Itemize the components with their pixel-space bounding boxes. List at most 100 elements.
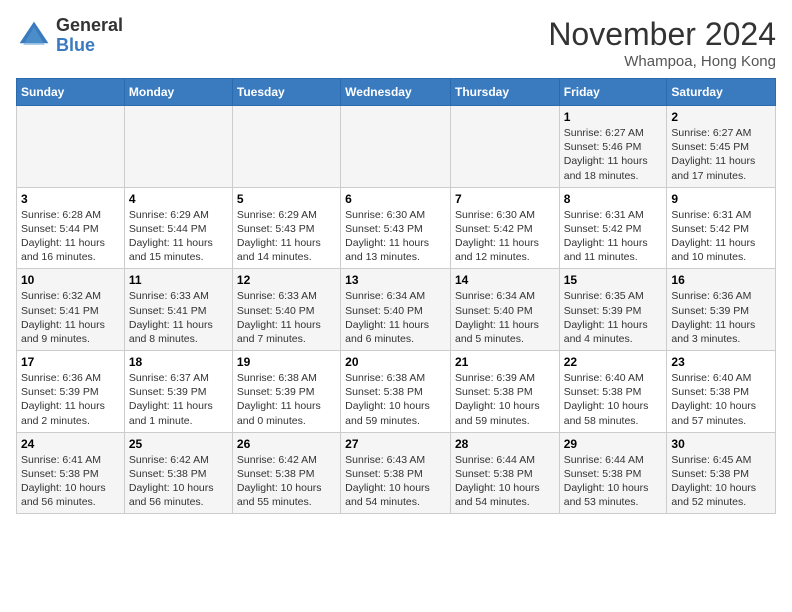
calendar-cell: 13 Sunrise: 6:34 AM Sunset: 5:40 PM Dayli… bbox=[341, 269, 451, 351]
day-info: Sunrise: 6:31 AM Sunset: 5:42 PM Dayligh… bbox=[564, 208, 663, 265]
day-number: 1 bbox=[564, 110, 663, 124]
day-info: Sunrise: 6:39 AM Sunset: 5:38 PM Dayligh… bbox=[455, 371, 555, 428]
day-number: 14 bbox=[455, 273, 555, 287]
calendar-week-row: 10Sunrise: 6:32 AM Sunset: 5:41 PM Dayli… bbox=[17, 269, 776, 351]
day-info: Sunrise: 6:28 AM Sunset: 5:44 PM Dayligh… bbox=[21, 208, 120, 265]
calendar-cell: 10Sunrise: 6:32 AM Sunset: 5:41 PM Dayli… bbox=[17, 269, 125, 351]
calendar-cell: 4 Sunrise: 6:29 AM Sunset: 5:44 PM Daylig… bbox=[124, 187, 232, 269]
logo-blue: Blue bbox=[56, 35, 95, 55]
calendar-cell bbox=[17, 106, 125, 188]
calendar-cell: 29Sunrise: 6:44 AM Sunset: 5:38 PM Dayli… bbox=[559, 432, 667, 514]
calendar-week-row: 24 Sunrise: 6:41 AM Sunset: 5:38 PM Dayli… bbox=[17, 432, 776, 514]
weekday-header: Friday bbox=[559, 79, 667, 106]
month-title: November 2024 bbox=[548, 16, 776, 53]
logo-text: General Blue bbox=[56, 16, 123, 56]
day-number: 11 bbox=[129, 273, 228, 287]
day-info: Sunrise: 6:37 AM Sunset: 5:39 PM Dayligh… bbox=[129, 371, 228, 428]
day-number: 24 bbox=[21, 437, 120, 451]
day-number: 28 bbox=[455, 437, 555, 451]
calendar-cell: 18 Sunrise: 6:37 AM Sunset: 5:39 PM Dayli… bbox=[124, 351, 232, 433]
location: Whampoa, Hong Kong bbox=[548, 53, 776, 70]
day-info: Sunrise: 6:30 AM Sunset: 5:42 PM Dayligh… bbox=[455, 208, 555, 265]
calendar-cell: 2 Sunrise: 6:27 AM Sunset: 5:45 PM Daylig… bbox=[667, 106, 776, 188]
day-number: 16 bbox=[671, 273, 771, 287]
logo-icon bbox=[16, 18, 52, 54]
day-number: 19 bbox=[237, 355, 336, 369]
calendar-cell: 7 Sunrise: 6:30 AM Sunset: 5:42 PM Daylig… bbox=[450, 187, 559, 269]
day-number: 4 bbox=[129, 192, 228, 206]
logo-general: General bbox=[56, 15, 123, 35]
calendar-cell: 30 Sunrise: 6:45 AM Sunset: 5:38 PM Dayli… bbox=[667, 432, 776, 514]
calendar-cell: 21Sunrise: 6:39 AM Sunset: 5:38 PM Dayli… bbox=[450, 351, 559, 433]
calendar-cell: 20Sunrise: 6:38 AM Sunset: 5:38 PM Dayli… bbox=[341, 351, 451, 433]
calendar-cell: 3 Sunrise: 6:28 AM Sunset: 5:44 PM Daylig… bbox=[17, 187, 125, 269]
calendar-cell: 14 Sunrise: 6:34 AM Sunset: 5:40 PM Dayli… bbox=[450, 269, 559, 351]
day-info: Sunrise: 6:35 AM Sunset: 5:39 PM Dayligh… bbox=[564, 289, 663, 346]
calendar-cell: 27Sunrise: 6:43 AM Sunset: 5:38 PM Dayli… bbox=[341, 432, 451, 514]
logo: General Blue bbox=[16, 16, 123, 56]
calendar-cell: 26 Sunrise: 6:42 AM Sunset: 5:38 PM Dayli… bbox=[232, 432, 340, 514]
calendar-cell: 25Sunrise: 6:42 AM Sunset: 5:38 PM Dayli… bbox=[124, 432, 232, 514]
calendar-cell: 11Sunrise: 6:33 AM Sunset: 5:41 PM Dayli… bbox=[124, 269, 232, 351]
calendar-week-row: 3 Sunrise: 6:28 AM Sunset: 5:44 PM Daylig… bbox=[17, 187, 776, 269]
calendar-cell bbox=[450, 106, 559, 188]
calendar-cell: 12Sunrise: 6:33 AM Sunset: 5:40 PM Dayli… bbox=[232, 269, 340, 351]
weekday-header: Saturday bbox=[667, 79, 776, 106]
weekday-header: Thursday bbox=[450, 79, 559, 106]
day-info: Sunrise: 6:30 AM Sunset: 5:43 PM Dayligh… bbox=[345, 208, 446, 265]
day-number: 8 bbox=[564, 192, 663, 206]
day-info: Sunrise: 6:41 AM Sunset: 5:38 PM Dayligh… bbox=[21, 453, 120, 510]
day-info: Sunrise: 6:33 AM Sunset: 5:40 PM Dayligh… bbox=[237, 289, 336, 346]
calendar-cell: 24 Sunrise: 6:41 AM Sunset: 5:38 PM Dayli… bbox=[17, 432, 125, 514]
calendar-cell: 5Sunrise: 6:29 AM Sunset: 5:43 PM Daylig… bbox=[232, 187, 340, 269]
calendar-table: SundayMondayTuesdayWednesdayThursdayFrid… bbox=[16, 78, 776, 514]
calendar-cell bbox=[232, 106, 340, 188]
weekday-header: Sunday bbox=[17, 79, 125, 106]
day-number: 25 bbox=[129, 437, 228, 451]
day-number: 9 bbox=[671, 192, 771, 206]
day-info: Sunrise: 6:36 AM Sunset: 5:39 PM Dayligh… bbox=[671, 289, 771, 346]
day-info: Sunrise: 6:45 AM Sunset: 5:38 PM Dayligh… bbox=[671, 453, 771, 510]
weekday-header: Monday bbox=[124, 79, 232, 106]
title-block: November 2024 Whampoa, Hong Kong bbox=[548, 16, 776, 70]
day-info: Sunrise: 6:34 AM Sunset: 5:40 PM Dayligh… bbox=[345, 289, 446, 346]
day-number: 15 bbox=[564, 273, 663, 287]
weekday-header-row: SundayMondayTuesdayWednesdayThursdayFrid… bbox=[17, 79, 776, 106]
calendar-cell: 23 Sunrise: 6:40 AM Sunset: 5:38 PM Dayli… bbox=[667, 351, 776, 433]
day-number: 3 bbox=[21, 192, 120, 206]
day-info: Sunrise: 6:29 AM Sunset: 5:43 PM Dayligh… bbox=[237, 208, 336, 265]
day-number: 13 bbox=[345, 273, 446, 287]
day-info: Sunrise: 6:29 AM Sunset: 5:44 PM Dayligh… bbox=[129, 208, 228, 265]
day-info: Sunrise: 6:31 AM Sunset: 5:42 PM Dayligh… bbox=[671, 208, 771, 265]
weekday-header: Wednesday bbox=[341, 79, 451, 106]
calendar-cell: 15 Sunrise: 6:35 AM Sunset: 5:39 PM Dayli… bbox=[559, 269, 667, 351]
day-number: 17 bbox=[21, 355, 120, 369]
day-info: Sunrise: 6:44 AM Sunset: 5:38 PM Dayligh… bbox=[455, 453, 555, 510]
day-number: 7 bbox=[455, 192, 555, 206]
day-number: 29 bbox=[564, 437, 663, 451]
day-info: Sunrise: 6:42 AM Sunset: 5:38 PM Dayligh… bbox=[237, 453, 336, 510]
calendar-cell: 9 Sunrise: 6:31 AM Sunset: 5:42 PM Daylig… bbox=[667, 187, 776, 269]
day-info: Sunrise: 6:36 AM Sunset: 5:39 PM Dayligh… bbox=[21, 371, 120, 428]
day-number: 22 bbox=[564, 355, 663, 369]
day-number: 23 bbox=[671, 355, 771, 369]
day-info: Sunrise: 6:27 AM Sunset: 5:46 PM Dayligh… bbox=[564, 126, 663, 183]
calendar-cell bbox=[341, 106, 451, 188]
day-info: Sunrise: 6:40 AM Sunset: 5:38 PM Dayligh… bbox=[564, 371, 663, 428]
day-info: Sunrise: 6:40 AM Sunset: 5:38 PM Dayligh… bbox=[671, 371, 771, 428]
calendar-week-row: 1 Sunrise: 6:27 AM Sunset: 5:46 PM Daylig… bbox=[17, 106, 776, 188]
day-number: 2 bbox=[671, 110, 771, 124]
day-number: 26 bbox=[237, 437, 336, 451]
calendar-week-row: 17 Sunrise: 6:36 AM Sunset: 5:39 PM Dayli… bbox=[17, 351, 776, 433]
day-number: 6 bbox=[345, 192, 446, 206]
day-number: 20 bbox=[345, 355, 446, 369]
day-number: 10 bbox=[21, 273, 120, 287]
day-number: 30 bbox=[671, 437, 771, 451]
calendar-cell: 22 Sunrise: 6:40 AM Sunset: 5:38 PM Dayli… bbox=[559, 351, 667, 433]
day-info: Sunrise: 6:27 AM Sunset: 5:45 PM Dayligh… bbox=[671, 126, 771, 183]
day-info: Sunrise: 6:43 AM Sunset: 5:38 PM Dayligh… bbox=[345, 453, 446, 510]
calendar-cell: 6 Sunrise: 6:30 AM Sunset: 5:43 PM Daylig… bbox=[341, 187, 451, 269]
day-info: Sunrise: 6:34 AM Sunset: 5:40 PM Dayligh… bbox=[455, 289, 555, 346]
weekday-header: Tuesday bbox=[232, 79, 340, 106]
day-number: 18 bbox=[129, 355, 228, 369]
